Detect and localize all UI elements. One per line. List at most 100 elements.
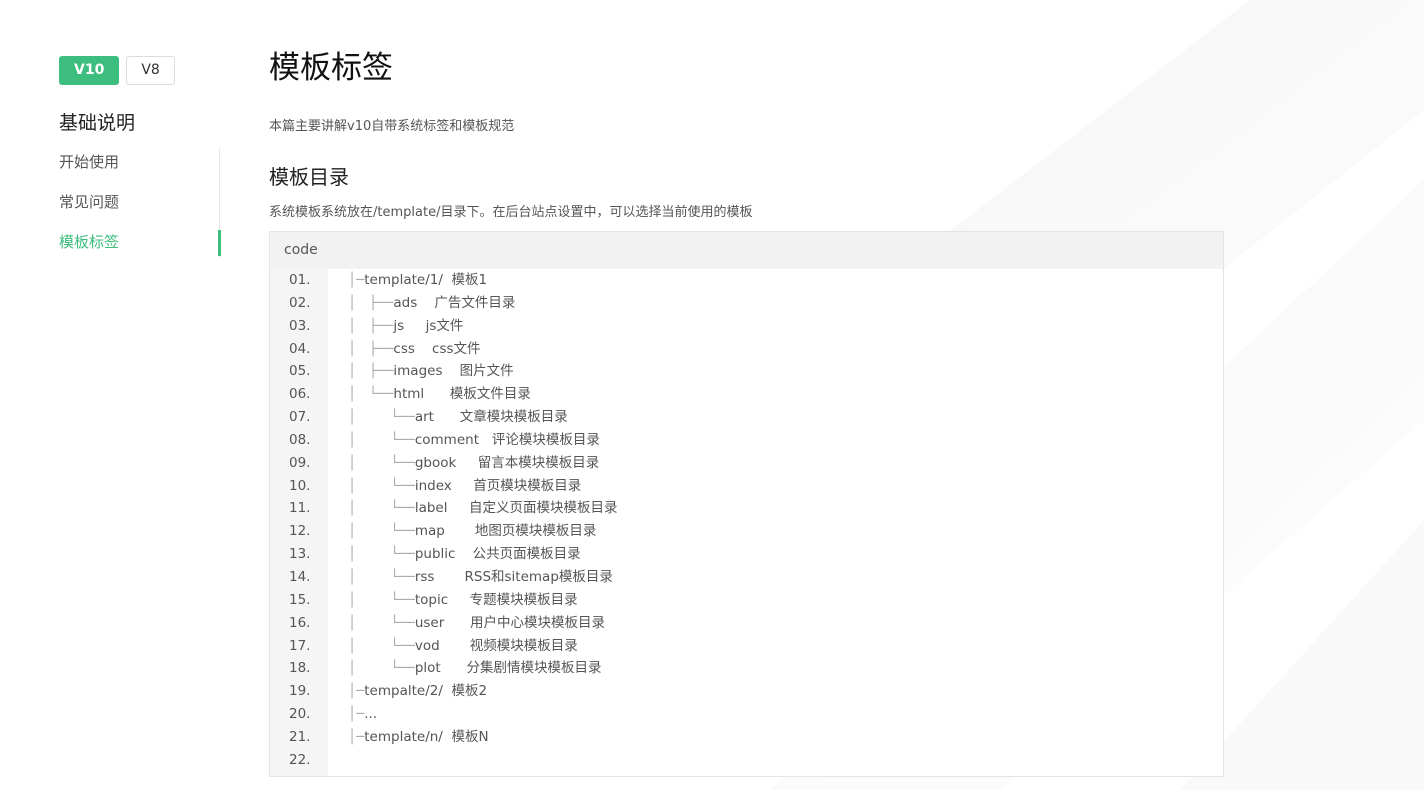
- tree-connector: │ └──: [348, 568, 415, 585]
- code-line-text: template/n/ 模板N: [364, 728, 489, 745]
- tree-connector: │ └──: [348, 546, 415, 563]
- tree-connector: │ ├──: [348, 363, 394, 380]
- code-line: │─...: [348, 703, 617, 726]
- code-line: │ ├──ads 广告文件目录: [348, 292, 617, 315]
- code-line-text: plot 分集剧情模块模板目录: [414, 660, 602, 677]
- code-line: │ └──label 自定义页面模块模板目录: [348, 497, 617, 520]
- code-line: │ └──topic 专题模块模板目录: [348, 589, 617, 612]
- line-number: 11.: [289, 500, 311, 517]
- code-line: │ ├──css css文件: [348, 338, 617, 361]
- line-number: 14.: [289, 568, 311, 585]
- code-line-text: index 首页模块模板目录: [414, 477, 582, 494]
- code-line: │ └──user 用户中心模块模板目录: [348, 612, 617, 635]
- tree-connector: │ ├──: [348, 294, 394, 311]
- code-line-text: user 用户中心模块模板目录: [414, 614, 606, 631]
- line-number: 15.: [289, 591, 311, 608]
- code-line-text: tempalte/2/ 模板2: [364, 683, 488, 700]
- line-number: 08.: [289, 431, 311, 448]
- line-number: 19.: [289, 683, 311, 700]
- section-title: 模板目录: [269, 165, 349, 189]
- code-block[interactable]: code 01. 02. 03. 04. 05. 06. 07. 08. 09. 10. 11. 12…: [269, 231, 1224, 777]
- line-number: 01.: [289, 272, 311, 288]
- code-line-text: ...: [364, 706, 378, 723]
- line-number: 06.: [289, 386, 311, 403]
- sidebar-section-title: 基础说明: [59, 112, 136, 134]
- tree-connector: │ └──: [348, 431, 415, 448]
- code-line-text: label 自定义页面模块模板目录: [414, 500, 618, 517]
- code-line: │ └──index 首页模块模板目录: [348, 475, 617, 498]
- code-line-text: html 模板文件目录: [393, 386, 531, 403]
- code-line-text: template/1/ 模板1: [364, 272, 488, 288]
- code-line: │ └──gbook 留言本模块模板目录: [348, 452, 617, 475]
- line-number: 10.: [289, 477, 311, 494]
- code-line-text: vod 视频模块模板目录: [414, 637, 578, 654]
- code-line: │ └──public 公共页面模板目录: [348, 543, 617, 566]
- line-number: 07.: [289, 409, 311, 426]
- line-number: 21.: [289, 728, 311, 745]
- code-line-text: rss RSS和sitemap模板目录: [414, 568, 613, 585]
- code-line-text: public 公共页面模板目录: [414, 546, 581, 563]
- line-number: 18.: [289, 660, 311, 677]
- code-line: │ └──art 文章模块模板目录: [348, 406, 617, 429]
- sidebar-item-template-tags[interactable]: 模板标签: [59, 228, 221, 268]
- tree-connector: │ └──: [348, 386, 394, 403]
- code-line: │ └──rss RSS和sitemap模板目录: [348, 566, 617, 589]
- code-line: │ └──map 地图页模块模板目录: [348, 520, 617, 543]
- line-number: 16.: [289, 614, 311, 631]
- version-tab-v10[interactable]: V10: [59, 56, 120, 85]
- code-line: │ └──html 模板文件目录: [348, 383, 617, 406]
- code-line-text: css css文件: [393, 340, 481, 357]
- code-line: │─tempalte/2/ 模板2: [348, 680, 617, 703]
- section-description: 系统模板系统放在/template/目录下。在后台站点设置中，可以选择当前使用的…: [269, 205, 753, 220]
- code-line-text: ads 广告文件目录: [393, 294, 516, 311]
- code-line: │ └──vod 视频模块模板目录: [348, 635, 617, 658]
- line-number: 12.: [289, 523, 311, 540]
- code-line: │ ├──js js文件: [348, 315, 617, 338]
- code-line: │ ├──images 图片文件: [348, 360, 617, 383]
- line-number: 04.: [289, 340, 311, 357]
- line-number: 13.: [289, 546, 311, 563]
- sidebar-nav: 开始使用 常见问题 模板标签: [59, 148, 221, 258]
- tree-connector: │ ├──: [348, 317, 394, 334]
- tree-connector: │ └──: [348, 477, 415, 494]
- code-block-header: code: [270, 232, 1223, 269]
- line-number: 20.: [289, 706, 311, 723]
- line-number: 22.: [289, 751, 311, 768]
- code-line-text: art 文章模块模板目录: [414, 409, 568, 426]
- code-line-text: topic 专题模块模板目录: [414, 591, 578, 608]
- tree-connector: │ └──: [348, 409, 415, 426]
- tree-connector: │─: [348, 706, 365, 723]
- code-line: │ └──plot 分集剧情模块模板目录: [348, 657, 617, 680]
- sidebar-item-faq[interactable]: 常见问题: [59, 188, 219, 228]
- tree-connector: │ ├──: [348, 340, 394, 357]
- version-tab-v8[interactable]: V8: [126, 56, 175, 85]
- tree-connector: │ └──: [348, 591, 415, 608]
- line-number: 05.: [289, 363, 311, 380]
- line-number: 03.: [289, 317, 311, 334]
- code-line-text: gbook 留言本模块模板目录: [414, 454, 600, 471]
- line-number: 17.: [289, 637, 311, 654]
- tree-connector: │─: [348, 272, 365, 288]
- code-line-text: images 图片文件: [393, 363, 514, 380]
- code-line: │─template/1/ 模板1: [348, 269, 617, 292]
- tree-connector: │ └──: [348, 523, 415, 540]
- intro-text: 本篇主要讲解v10自带系统标签和模板规范: [269, 119, 515, 134]
- tree-connector: │ └──: [348, 660, 415, 677]
- code-line-text: comment 评论模块模板目录: [414, 431, 600, 448]
- tree-connector: │ └──: [348, 614, 415, 631]
- tree-connector: │ └──: [348, 500, 415, 517]
- code-lines[interactable]: │─template/1/ 模板1 │ ├──ads 广告文件目录 │ ├──js …: [348, 269, 617, 772]
- line-numbers: 01. 02. 03. 04. 05. 06. 07. 08. 09. 10. 11. 12. 13. 1…: [270, 269, 328, 772]
- tree-connector: │─: [348, 728, 365, 745]
- tree-connector: │─: [348, 683, 365, 700]
- tree-connector: │ └──: [348, 454, 415, 471]
- code-line-text: map 地图页模块模板目录: [414, 523, 597, 540]
- tree-connector: │ └──: [348, 637, 415, 654]
- code-line: │ └──comment 评论模块模板目录: [348, 429, 617, 452]
- line-number: 02.: [289, 294, 311, 311]
- sidebar-item-getting-started[interactable]: 开始使用: [59, 148, 219, 188]
- code-line: │─template/n/ 模板N: [348, 726, 617, 749]
- code-line-text: js js文件: [393, 317, 464, 334]
- line-number: 09.: [289, 454, 311, 471]
